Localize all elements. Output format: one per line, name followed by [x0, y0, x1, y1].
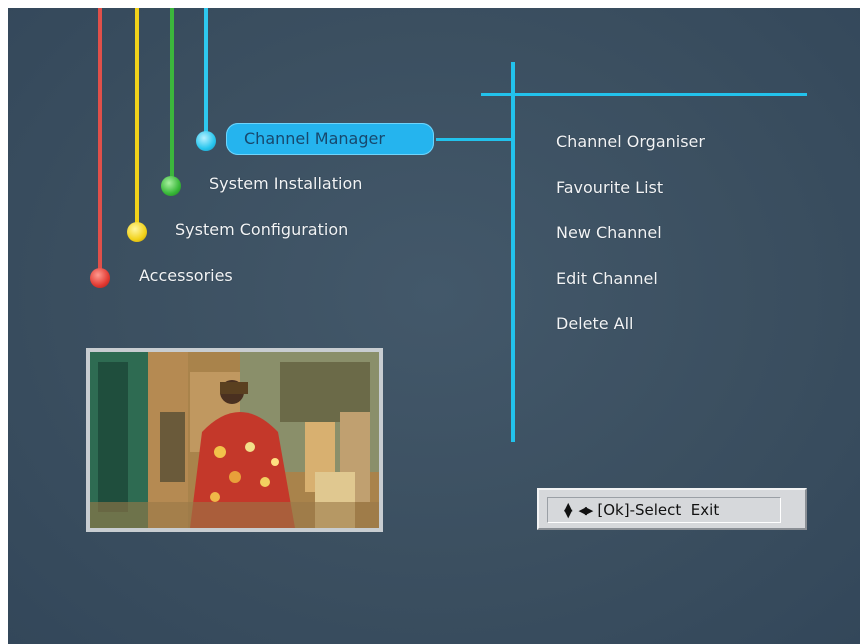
submenu-item-edit-channel[interactable]: Edit Channel	[556, 269, 658, 288]
video-preview-image	[90, 352, 379, 528]
system-installation-line	[170, 8, 174, 178]
tv-menu-screen: Channel Manager System Installation Syst…	[8, 8, 860, 644]
submenu-item-new-channel[interactable]: New Channel	[556, 223, 662, 242]
submenu-top-line	[481, 93, 807, 96]
menu-item-channel-manager[interactable]: Channel Manager	[226, 123, 434, 155]
menu-item-accessories[interactable]: Accessories	[139, 266, 233, 285]
accessories-dot-icon	[90, 268, 110, 288]
help-bar: ▲ ▼ ◀▶ [Ok]-Select Exit	[537, 488, 807, 530]
submenu-vertical-line	[511, 62, 515, 442]
up-down-arrow-icon: ▲ ▼	[564, 500, 573, 520]
channel-manager-line	[204, 8, 208, 132]
left-right-arrow-icon: ◀▶	[578, 503, 593, 517]
system-installation-dot-icon	[161, 176, 181, 196]
submenu-item-favourite-list[interactable]: Favourite List	[556, 178, 663, 197]
menu-item-system-configuration[interactable]: System Configuration	[175, 220, 348, 239]
accessories-line	[98, 8, 102, 270]
help-bar-inner: ▲ ▼ ◀▶ [Ok]-Select Exit	[547, 497, 781, 523]
system-configuration-dot-icon	[127, 222, 147, 242]
menu-item-system-installation[interactable]: System Installation	[209, 174, 362, 193]
system-configuration-line	[135, 8, 139, 223]
submenu-item-channel-organiser[interactable]: Channel Organiser	[556, 132, 705, 151]
help-text: [Ok]-Select Exit	[597, 501, 720, 519]
submenu-connector-line	[436, 138, 512, 141]
submenu-item-delete-all[interactable]: Delete All	[556, 314, 634, 333]
channel-manager-dot-icon	[196, 131, 216, 151]
video-preview	[86, 348, 383, 532]
menu-item-label: Channel Manager	[244, 129, 385, 148]
video-frame-illustration	[90, 352, 379, 528]
